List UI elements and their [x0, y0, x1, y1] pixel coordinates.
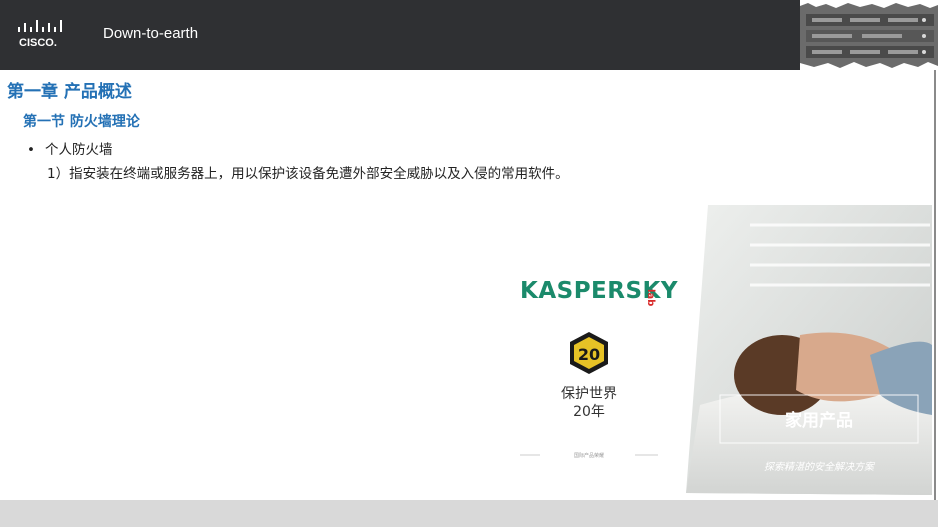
cisco-logo-text: CISCO.: [19, 37, 57, 49]
slogan-line1: 保护世界: [561, 386, 617, 402]
badge-number: 20: [578, 345, 600, 364]
bullet-item: • 个人防火墙: [27, 138, 113, 158]
cisco-logo: CISCO.: [18, 20, 62, 49]
header-tagline: Down-to-earth: [103, 25, 199, 42]
bullet-marker: •: [27, 142, 35, 158]
server-rack-image: [800, 0, 938, 70]
header-bar: CISCO. Down-to-earth: [0, 0, 938, 70]
slogan-line2: 20年: [573, 404, 605, 420]
small-caption: 国际产品荣耀: [574, 452, 604, 459]
anniversary-badge-icon: 20: [570, 332, 608, 374]
chapter-title: 第一章 产品概述: [7, 82, 132, 102]
right-divider: [934, 70, 936, 500]
product-subtitle: 探索精湛的安全解决方案: [764, 461, 876, 473]
product-title: 家用产品: [785, 410, 853, 431]
kaspersky-promo-image: 家用产品 探索精湛的安全解决方案 KASPERSKY lab 20 保护世界 2…: [500, 205, 932, 495]
bullet-text: 个人防火墙: [45, 142, 113, 158]
kaspersky-lab-mark: lab: [645, 289, 656, 306]
section-title: 第一节 防火墙理论: [23, 114, 140, 130]
description-text: 1）指安装在终端或服务器上，用以保护该设备免遭外部安全威胁以及入侵的常用软件。: [47, 166, 569, 182]
footer-bar: [0, 500, 938, 527]
